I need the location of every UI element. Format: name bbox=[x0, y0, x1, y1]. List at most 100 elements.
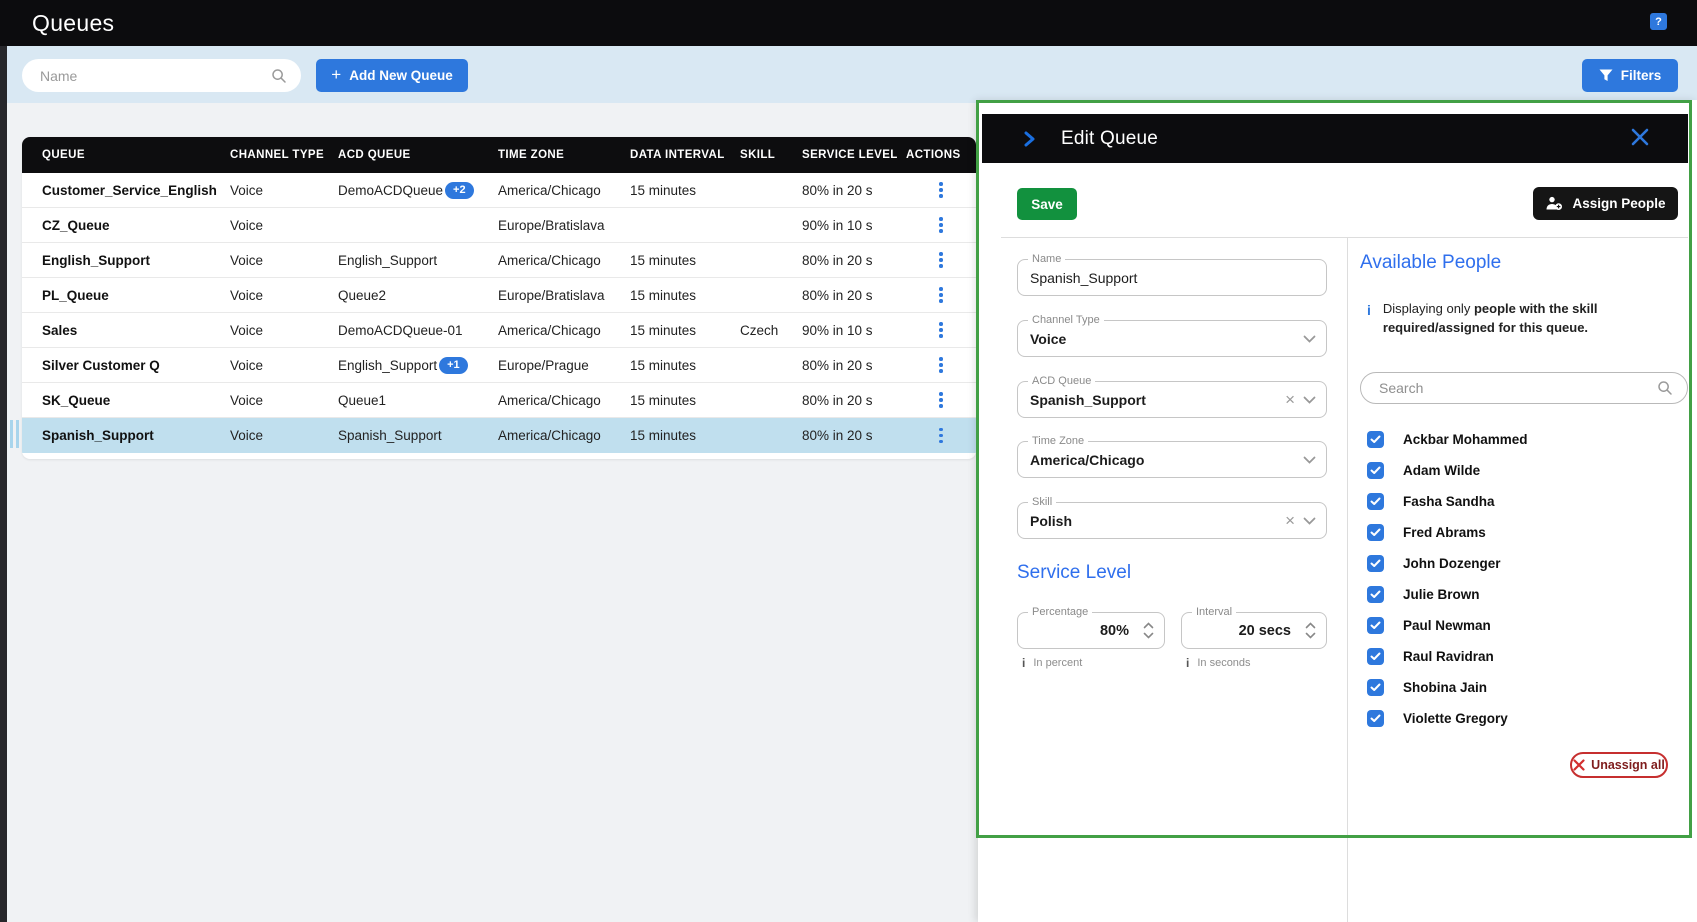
add-new-queue-button[interactable]: + Add New Queue bbox=[316, 59, 468, 92]
cell-channel-type: Voice bbox=[230, 428, 338, 443]
info-icon: i bbox=[1367, 300, 1371, 338]
interval-hint: i In seconds bbox=[1186, 656, 1251, 670]
cell-acd-queue: Spanish_Support bbox=[338, 428, 498, 443]
checkbox-checked-icon[interactable] bbox=[1367, 679, 1384, 696]
time-zone-select[interactable]: Time Zone America/Chicago bbox=[1017, 441, 1327, 478]
kebab-menu-icon bbox=[929, 318, 953, 342]
cell-service-level: 80% in 20 s bbox=[802, 393, 906, 408]
person-row[interactable]: John Dozenger bbox=[1367, 548, 1667, 579]
drawer-resize-handle[interactable] bbox=[10, 420, 19, 448]
person-row[interactable]: Violette Gregory bbox=[1367, 703, 1667, 734]
cell-queue-name: PL_Queue bbox=[42, 288, 230, 303]
person-row[interactable]: Raul Ravidran bbox=[1367, 641, 1667, 672]
person-name: Violette Gregory bbox=[1403, 711, 1508, 726]
cell-data-interval: 15 minutes bbox=[630, 358, 740, 373]
row-actions-menu-button[interactable] bbox=[906, 248, 976, 272]
close-icon[interactable] bbox=[1631, 128, 1649, 146]
person-row[interactable]: Paul Newman bbox=[1367, 610, 1667, 641]
filter-funnel-icon bbox=[1599, 69, 1613, 82]
chevron-down-icon[interactable] bbox=[1303, 517, 1316, 525]
channel-type-select[interactable]: Channel Type Voice bbox=[1017, 320, 1327, 357]
checkbox-checked-icon[interactable] bbox=[1367, 648, 1384, 665]
row-actions-menu-button[interactable] bbox=[906, 424, 976, 448]
cell-channel-type: Voice bbox=[230, 323, 338, 338]
person-name: Julie Brown bbox=[1403, 587, 1480, 602]
save-button[interactable]: Save bbox=[1017, 188, 1077, 220]
filters-button[interactable]: Filters bbox=[1582, 59, 1678, 92]
col-acd-queue: ACD QUEUE bbox=[338, 149, 498, 161]
collapse-drawer-icon[interactable] bbox=[1024, 131, 1035, 147]
cell-acd-queue: English_Support bbox=[338, 253, 498, 268]
row-actions-menu-button[interactable] bbox=[906, 283, 976, 307]
percentage-stepper[interactable]: Percentage 80% bbox=[1017, 612, 1165, 649]
person-add-icon bbox=[1545, 196, 1563, 211]
person-row[interactable]: Julie Brown bbox=[1367, 579, 1667, 610]
acd-queue-select[interactable]: ACD Queue Spanish_Support × bbox=[1017, 381, 1327, 418]
chevron-down-icon[interactable] bbox=[1303, 456, 1316, 464]
table-row[interactable]: SK_Queue Voice Queue1 America/Chicago 15… bbox=[22, 383, 976, 418]
person-name: Raul Ravidran bbox=[1403, 649, 1494, 664]
cell-time-zone: Europe/Prague bbox=[498, 358, 630, 373]
checkbox-checked-icon[interactable] bbox=[1367, 617, 1384, 634]
person-row[interactable]: Fasha Sandha bbox=[1367, 486, 1667, 517]
cell-time-zone: America/Chicago bbox=[498, 393, 630, 408]
person-row[interactable]: Adam Wilde bbox=[1367, 455, 1667, 486]
checkbox-checked-icon[interactable] bbox=[1367, 462, 1384, 479]
available-people-info: i Displaying only people with the skill … bbox=[1367, 300, 1653, 338]
people-search[interactable] bbox=[1360, 372, 1688, 404]
stepper-arrows-icon[interactable] bbox=[1143, 622, 1154, 639]
table-row[interactable]: PL_Queue Voice Queue2 Europe/Bratislava … bbox=[22, 278, 976, 313]
stepper-arrows-icon[interactable] bbox=[1305, 622, 1316, 639]
content-divider bbox=[1001, 237, 1688, 238]
row-actions-menu-button[interactable] bbox=[906, 353, 976, 377]
person-name: Shobina Jain bbox=[1403, 680, 1487, 695]
clear-icon[interactable]: × bbox=[1285, 391, 1295, 408]
table-row[interactable]: Silver Customer Q Voice English_Support … bbox=[22, 348, 976, 383]
collapsed-nav-strip bbox=[0, 46, 7, 922]
col-service-level: SERVICE LEVEL bbox=[802, 149, 906, 161]
row-actions-menu-button[interactable] bbox=[906, 388, 976, 412]
table-header-row: QUEUE CHANNEL TYPE ACD QUEUE TIME ZONE D… bbox=[22, 137, 976, 173]
kebab-menu-icon bbox=[929, 213, 953, 237]
table-row[interactable]: Customer_Service_English Voice DemoACDQu… bbox=[22, 173, 976, 208]
table-row[interactable]: Spanish_Support Voice Spanish_Support Am… bbox=[22, 418, 976, 453]
checkbox-checked-icon[interactable] bbox=[1367, 431, 1384, 448]
skill-select[interactable]: Skill Polish × bbox=[1017, 502, 1327, 539]
clear-icon[interactable]: × bbox=[1285, 512, 1295, 529]
cell-service-level: 90% in 10 s bbox=[802, 218, 906, 233]
cell-queue-name: Sales bbox=[42, 323, 230, 338]
acd-extra-count-badge: +1 bbox=[439, 357, 468, 374]
table-row[interactable]: CZ_Queue Voice Europe/Bratislava 90% in … bbox=[22, 208, 976, 243]
cell-queue-name: Customer_Service_English bbox=[42, 183, 230, 198]
row-actions-menu-button[interactable] bbox=[906, 178, 976, 202]
person-row[interactable]: Shobina Jain bbox=[1367, 672, 1667, 703]
assign-people-button[interactable]: Assign People bbox=[1533, 187, 1678, 220]
checkbox-checked-icon[interactable] bbox=[1367, 586, 1384, 603]
info-icon: i bbox=[1022, 656, 1025, 670]
search-icon bbox=[1657, 380, 1673, 396]
checkbox-checked-icon[interactable] bbox=[1367, 524, 1384, 541]
cell-acd-queue: DemoACDQueue +2 bbox=[338, 182, 498, 199]
name-field[interactable]: Name Spanish_Support bbox=[1017, 259, 1327, 296]
person-row[interactable]: Ackbar Mohammed bbox=[1367, 424, 1667, 455]
people-search-input[interactable] bbox=[1379, 380, 1657, 396]
unassign-all-button[interactable]: Unassign all bbox=[1570, 752, 1668, 778]
checkbox-checked-icon[interactable] bbox=[1367, 555, 1384, 572]
interval-stepper[interactable]: Interval 20 secs bbox=[1181, 612, 1327, 649]
cell-data-interval: 15 minutes bbox=[630, 253, 740, 268]
cell-service-level: 80% in 20 s bbox=[802, 288, 906, 303]
cell-data-interval: 15 minutes bbox=[630, 323, 740, 338]
queue-name-search-input[interactable] bbox=[40, 68, 271, 84]
checkbox-checked-icon[interactable] bbox=[1367, 493, 1384, 510]
table-row[interactable]: Sales Voice DemoACDQueue-01 America/Chic… bbox=[22, 313, 976, 348]
queue-name-search[interactable] bbox=[22, 59, 301, 92]
checkbox-checked-icon[interactable] bbox=[1367, 710, 1384, 727]
person-row[interactable]: Fred Abrams bbox=[1367, 517, 1667, 548]
chevron-down-icon[interactable] bbox=[1303, 396, 1316, 404]
help-icon[interactable]: ? bbox=[1650, 13, 1667, 30]
chevron-down-icon[interactable] bbox=[1303, 335, 1316, 343]
table-row[interactable]: English_Support Voice English_Support Am… bbox=[22, 243, 976, 278]
row-actions-menu-button[interactable] bbox=[906, 318, 976, 342]
cell-acd-queue: DemoACDQueue-01 bbox=[338, 323, 498, 338]
row-actions-menu-button[interactable] bbox=[906, 213, 976, 237]
